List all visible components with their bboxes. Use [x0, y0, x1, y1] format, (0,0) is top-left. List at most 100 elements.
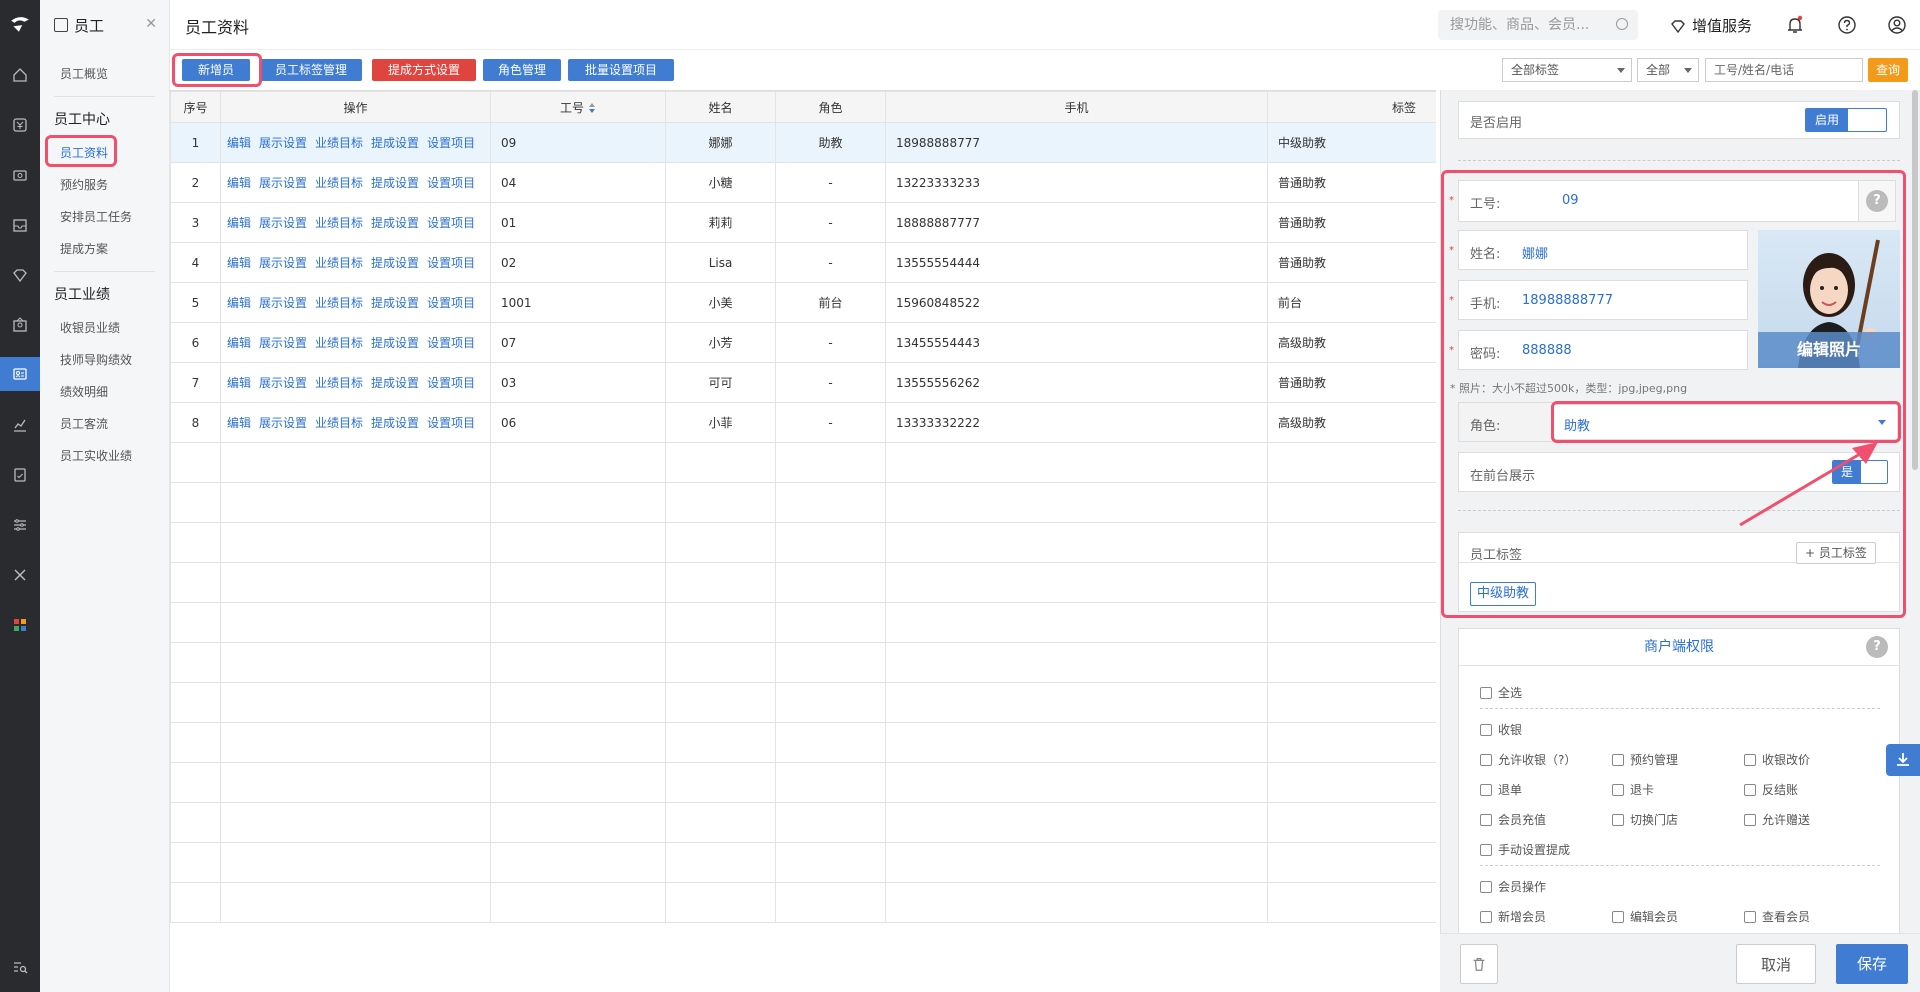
nav-item-booking[interactable]: 预约服务 [40, 169, 169, 201]
perm-change-price[interactable]: 收银改价 [1744, 751, 1810, 768]
action-link[interactable]: 编辑 [227, 416, 251, 430]
action-link[interactable]: 展示设置 [259, 416, 307, 430]
checkbox[interactable] [1744, 813, 1756, 826]
download-button[interactable] [1886, 744, 1920, 776]
action-link[interactable]: 展示设置 [259, 376, 307, 390]
code-field[interactable] [1458, 180, 1894, 222]
nav-item-staff-profile[interactable]: 员工资料 [40, 137, 169, 169]
checkbox[interactable] [1480, 813, 1492, 826]
sliders-icon[interactable] [0, 508, 40, 542]
checkbox[interactable] [1744, 753, 1756, 766]
action-link[interactable]: 编辑 [227, 256, 251, 270]
tag-chip[interactable]: 中级助教 [1470, 582, 1537, 606]
global-search-input[interactable]: 搜功能、商品、会员... [1438, 10, 1638, 40]
table-row[interactable]: 5 编辑 展示设置 业绩目标 提成设置 设置项目 1001 小美 前台 15960848522 前台 [170, 282, 1436, 323]
table-row[interactable]: 6 编辑 展示设置 业绩目标 提成设置 设置项目 07 小芳 -13455554443 高级助教 [170, 322, 1436, 363]
help-icon[interactable]: ? [1866, 190, 1888, 212]
action-link[interactable]: 提成设置 [371, 296, 419, 310]
delete-button[interactable] [1460, 944, 1498, 984]
action-link[interactable]: 设置项目 [427, 296, 475, 310]
table-row[interactable]: 3 编辑 展示设置 业绩目标 提成设置 设置项目 01 莉莉 -18888887777 普通助教 [170, 202, 1436, 243]
panel-scrollbar[interactable] [1912, 90, 1918, 470]
query-button[interactable]: 查询 [1868, 58, 1908, 82]
action-link[interactable]: 提成设置 [371, 376, 419, 390]
home-icon[interactable] [0, 58, 40, 92]
action-link[interactable]: 编辑 [227, 336, 251, 350]
table-row[interactable]: 1 编辑 展示设置 业绩目标 提成设置 设置项目 09 娜娜 助教 18988888777 中级助教 [170, 122, 1436, 163]
action-link[interactable]: 业绩目标 [315, 416, 363, 430]
chevron-down-icon[interactable] [1878, 420, 1886, 425]
action-link[interactable]: 编辑 [227, 176, 251, 190]
action-link[interactable]: 提成设置 [371, 336, 419, 350]
action-link[interactable]: 设置项目 [427, 216, 475, 230]
help-icon[interactable]: ? [1866, 636, 1888, 658]
cashier-icon[interactable] [0, 108, 40, 142]
app-logo-icon[interactable] [0, 10, 40, 38]
table-row[interactable]: 2 编辑 展示设置 业绩目标 提成设置 设置项目 04 小糖 -13223333233 普通助教 [170, 162, 1436, 203]
table-row[interactable] [170, 882, 1436, 923]
nav-item-perf-detail[interactable]: 绩效明细 [40, 376, 169, 408]
checkbox[interactable] [1480, 753, 1492, 766]
table-row[interactable] [170, 802, 1436, 843]
table-row[interactable] [170, 522, 1436, 563]
checkbox[interactable] [1480, 910, 1492, 923]
checkbox[interactable] [1612, 813, 1624, 826]
name-field[interactable] [1458, 230, 1748, 270]
staff-icon[interactable] [0, 357, 40, 391]
nav-item-tasks[interactable]: 安排员工任务 [40, 201, 169, 233]
table-row[interactable] [170, 482, 1436, 523]
checkbox[interactable] [1612, 783, 1624, 796]
save-button[interactable]: 保存 [1836, 944, 1908, 984]
search-menu-icon[interactable] [0, 950, 40, 984]
action-link[interactable]: 设置项目 [427, 256, 475, 270]
action-link[interactable]: 展示设置 [259, 256, 307, 270]
nav-item-traffic[interactable]: 员工客流 [40, 408, 169, 440]
action-link[interactable]: 提成设置 [371, 256, 419, 270]
staff-photo[interactable]: 编辑照片 [1758, 230, 1900, 368]
table-row[interactable] [170, 842, 1436, 883]
add-tag-button[interactable]: + 员工标签 [1796, 542, 1876, 564]
action-link[interactable]: 提成设置 [371, 216, 419, 230]
perm-view-member[interactable]: 查看会员 [1744, 908, 1810, 925]
action-link[interactable]: 展示设置 [259, 136, 307, 150]
action-link[interactable]: 展示设置 [259, 336, 307, 350]
action-link[interactable]: 编辑 [227, 216, 251, 230]
nav-item-tech-perf[interactable]: 技师导购绩效 [40, 344, 169, 376]
action-link[interactable]: 设置项目 [427, 336, 475, 350]
checkbox[interactable] [1612, 910, 1624, 923]
perm-recharge[interactable]: 会员充值 [1480, 811, 1546, 828]
cancel-button[interactable]: 取消 [1736, 944, 1816, 984]
checkbox[interactable] [1480, 880, 1492, 893]
user-icon[interactable] [1887, 15, 1907, 35]
checkbox[interactable] [1480, 783, 1492, 796]
commission-settings-button[interactable]: 提成方式设置 [372, 59, 476, 81]
col-code[interactable]: 工号 [490, 91, 666, 123]
action-link[interactable]: 编辑 [227, 296, 251, 310]
table-row[interactable]: 4 编辑 展示设置 业绩目标 提成设置 设置项目 02 Lisa -13555554444 普通助… [170, 242, 1436, 283]
perm-switch-store[interactable]: 切换门店 [1612, 811, 1678, 828]
tag-management-button[interactable]: 员工标签管理 [260, 59, 362, 81]
chart-icon[interactable] [0, 408, 40, 442]
action-link[interactable]: 展示设置 [259, 176, 307, 190]
action-link[interactable]: 展示设置 [259, 296, 307, 310]
edit-photo-button[interactable]: 编辑照片 [1758, 332, 1900, 368]
report-icon[interactable] [0, 458, 40, 492]
table-row[interactable]: 8 编辑 展示设置 业绩目标 提成设置 设置项目 06 小菲 -13333332222 高级助教 [170, 402, 1436, 443]
perm-booking[interactable]: 预约管理 [1612, 751, 1678, 768]
bell-icon[interactable] [1785, 15, 1805, 35]
table-row[interactable] [170, 762, 1436, 803]
member-icon[interactable] [0, 308, 40, 342]
action-link[interactable]: 提成设置 [371, 136, 419, 150]
action-link[interactable]: 业绩目标 [315, 256, 363, 270]
action-link[interactable]: 业绩目标 [315, 296, 363, 310]
tools-icon[interactable] [0, 558, 40, 592]
diamond-icon[interactable] [0, 258, 40, 292]
perm-refund[interactable]: 退单 [1480, 781, 1522, 798]
action-link[interactable]: 业绩目标 [315, 216, 363, 230]
table-row[interactable] [170, 722, 1436, 763]
status-filter-select[interactable]: 全部 [1637, 58, 1699, 82]
nav-item-actual-perf[interactable]: 员工实收业绩 [40, 440, 169, 472]
value-added-services-button[interactable]: 增值服务 [1670, 15, 1752, 36]
checkbox[interactable] [1480, 843, 1492, 856]
tag-filter-select[interactable]: 全部标签 [1502, 58, 1632, 82]
